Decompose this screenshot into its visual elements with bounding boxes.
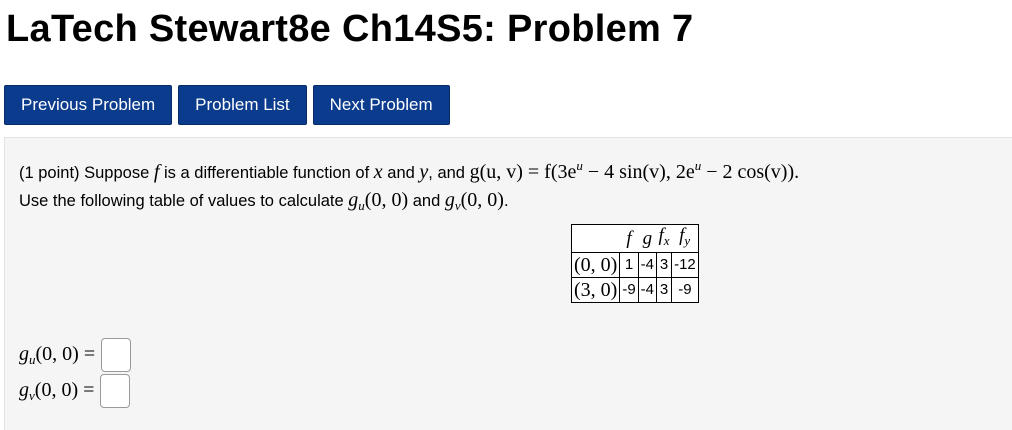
next-problem-button[interactable]: Next Problem (312, 85, 450, 125)
table-cell-fy: -12 (671, 252, 699, 278)
answer-gu-row: gu(0, 0) = (19, 338, 132, 372)
table-cell-fy: -9 (671, 277, 699, 303)
table-header-row: f g fx fy (571, 224, 699, 253)
previous-problem-button[interactable]: Previous Problem (4, 85, 173, 125)
table-cell-g: -4 (637, 277, 658, 303)
table-cell-g: -4 (637, 252, 658, 278)
statement-and-2: and (437, 164, 465, 182)
table-header-g: g (638, 224, 657, 253)
statement-instruction: Use the following table of values to cal… (19, 192, 344, 210)
answer-gv-row: gv(0, 0) = (19, 374, 131, 408)
table-header-f: f (619, 224, 639, 253)
statement-and: and (387, 164, 415, 182)
variable-y: y (419, 161, 429, 183)
statement-is-diff: is a differentiable function of (164, 164, 370, 182)
variable-x: x (373, 161, 383, 183)
function-f: f (153, 161, 160, 183)
function-definition: g(u, v) = f(3eu − 4 sin(v), 2eu − 2 cos(… (469, 158, 800, 183)
table-cell-f: -9 (619, 277, 639, 303)
problem-navigation: Previous Problem Problem List Next Probl… (4, 85, 450, 125)
answer-gu-input[interactable] (101, 338, 132, 372)
table-cell-fx: 3 (656, 252, 673, 278)
answer-gu-label: gu(0, 0) = (19, 342, 96, 367)
answer-gv-label: gv(0, 0) = (19, 378, 95, 403)
problem-statement: (1 point) Suppose f is a differentiable … (19, 152, 799, 219)
table-row: (0, 0) 1 -4 3 -12 (570, 252, 699, 278)
target-gv: gv(0, 0) (444, 189, 504, 213)
answer-gv-input[interactable] (100, 374, 131, 408)
table-row: (3, 0) -9 -4 3 -9 (570, 277, 699, 303)
table-header-blank (571, 224, 620, 253)
table-header-fx: fx (656, 224, 672, 253)
problem-list-button[interactable]: Problem List (178, 85, 307, 125)
table-header-fy: fy (671, 224, 699, 253)
table-cell-fx: 3 (656, 277, 673, 303)
page-title: LaTech Stewart8e Ch14S5: Problem 7 (6, 8, 694, 50)
points-label: (1 point) (19, 164, 80, 182)
problem-container: (1 point) Suppose f is a differentiable … (4, 137, 1012, 430)
statement-and-3: and (412, 192, 441, 210)
values-table: f g fx fy (0, 0) 1 -4 3 -12 (3, 0) -9 -4… (570, 224, 699, 303)
problem-line-2: Use the following table of values to cal… (19, 189, 509, 213)
problem-line-1: (1 point) Suppose f is a differentiable … (19, 158, 800, 183)
statement-suppose: Suppose (84, 164, 150, 182)
table-cell-f: 1 (619, 252, 639, 278)
target-gu: gu(0, 0) (348, 189, 409, 213)
table-row-point: (3, 0) (570, 277, 621, 303)
table-row-point: (0, 0) (570, 252, 621, 278)
